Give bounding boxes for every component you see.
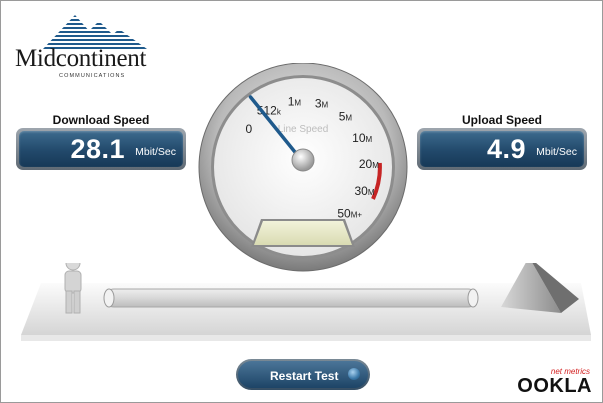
speed-gauge: 0512k1M 3M5M10M20M30M50M+ Line Speed (198, 63, 408, 272)
upload-unit: Mbit/Sec (536, 146, 577, 158)
restart-test-button[interactable]: Restart Test (236, 359, 370, 390)
gauge-title: Line Speed (278, 124, 329, 135)
upload-label: Upload Speed (461, 113, 542, 127)
gauge-scale-label: 0 (246, 122, 253, 136)
download-unit: Mbit/Sec (135, 146, 176, 158)
ookla-name: OOKLA (517, 375, 592, 397)
download-panel: 28.1 Mbit/Sec (16, 128, 186, 170)
upload-value: 4.9 (486, 134, 526, 164)
restart-test-label: Restart Test (270, 369, 339, 383)
speedtest-window: Midcontinent COMMUNICATIONS Download Spe… (0, 0, 603, 403)
upload-panel: 4.9 Mbit/Sec (417, 128, 587, 170)
progress-tube (103, 288, 479, 308)
download-value: 28.1 (70, 134, 125, 164)
brand-subtitle: COMMUNICATIONS (59, 73, 126, 79)
gauge-display-window (254, 221, 352, 245)
brand-logo: Midcontinent COMMUNICATIONS (13, 11, 153, 79)
gauge-hub (291, 148, 315, 172)
test-progress-scene (21, 263, 591, 341)
brand-name: Midcontinent (15, 45, 147, 72)
download-label: Download Speed (52, 113, 150, 127)
ookla-logo: net metrics OOKLA (516, 367, 594, 397)
play-dot-icon (348, 368, 360, 380)
